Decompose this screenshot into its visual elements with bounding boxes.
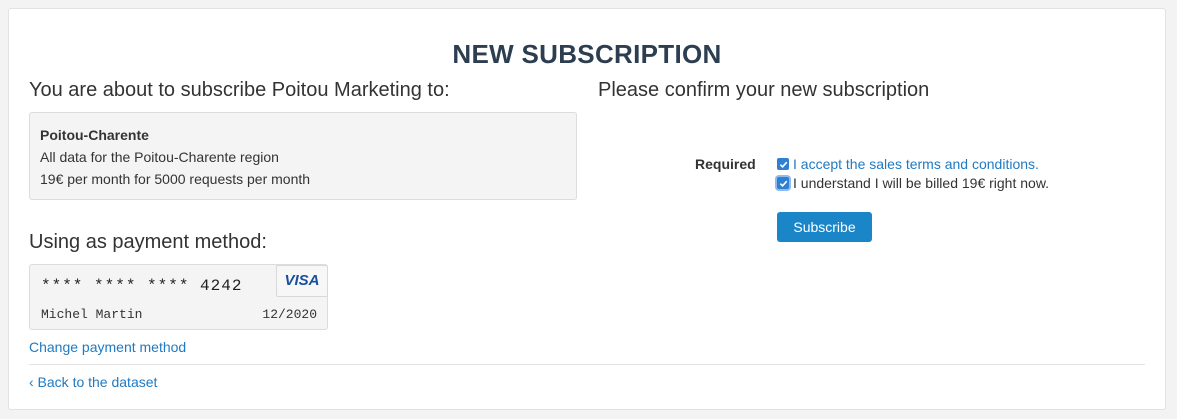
visa-logo-icon: VISA bbox=[276, 265, 328, 297]
billing-checkbox[interactable] bbox=[777, 177, 789, 189]
plan-name: Poitou-Charente bbox=[40, 127, 149, 143]
card-expiry: 12/2020 bbox=[262, 307, 317, 322]
terms-link[interactable]: I accept the sales terms and conditions. bbox=[793, 156, 1039, 172]
billing-checkbox-label: I understand I will be billed 19€ right … bbox=[793, 175, 1050, 191]
billing-checkbox-row: I understand I will be billed 19€ right … bbox=[777, 175, 1049, 191]
plan-description: All data for the Poitou-Charente region bbox=[40, 149, 279, 165]
back-to-dataset-link[interactable]: ‹ Back to the dataset bbox=[29, 374, 157, 390]
card-holder: Michel Martin bbox=[41, 307, 143, 322]
terms-checkbox[interactable] bbox=[777, 158, 789, 170]
required-label: Required bbox=[695, 156, 756, 172]
footer-divider bbox=[29, 364, 1145, 365]
subscription-panel: NEW SUBSCRIPTION You are about to subscr… bbox=[8, 8, 1166, 410]
payment-method-heading: Using as payment method: bbox=[29, 231, 267, 253]
page-title: NEW SUBSCRIPTION bbox=[452, 39, 722, 69]
subscribe-heading: You are about to subscribe Poitou Market… bbox=[29, 79, 450, 101]
confirm-heading: Please confirm your new subscription bbox=[598, 79, 930, 101]
terms-checkbox-row: I accept the sales terms and conditions. bbox=[777, 156, 1039, 172]
change-payment-method-link[interactable]: Change payment method bbox=[29, 339, 186, 355]
plan-summary-box: Poitou-Charente All data for the Poitou-… bbox=[29, 112, 577, 200]
plan-price: 19€ per month for 5000 requests per mont… bbox=[40, 171, 311, 187]
card-number: **** **** **** 4242 bbox=[41, 277, 243, 295]
payment-card: **** **** **** 4242 VISA Michel Martin 1… bbox=[29, 264, 328, 330]
subscribe-button[interactable]: Subscribe bbox=[777, 212, 872, 242]
